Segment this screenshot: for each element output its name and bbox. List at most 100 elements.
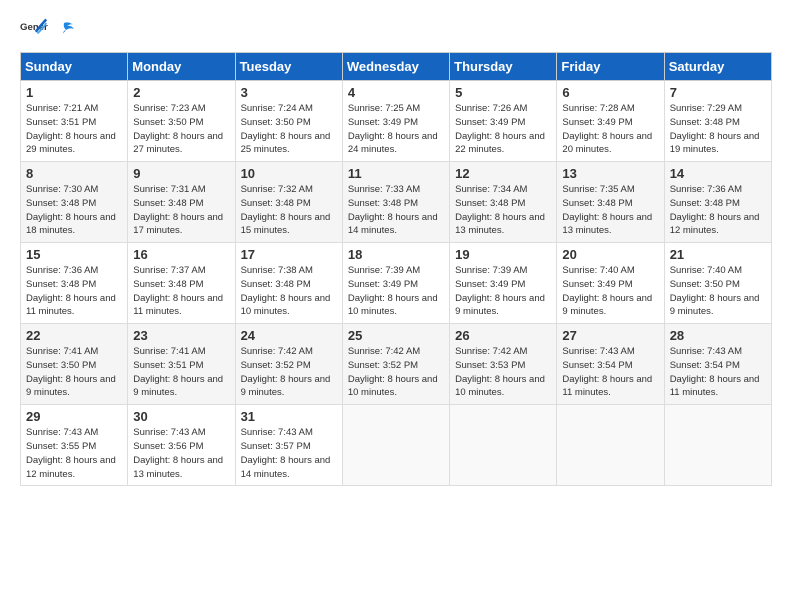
day-number: 3 <box>241 85 337 100</box>
day-number: 11 <box>348 166 444 181</box>
day-number: 26 <box>455 328 551 343</box>
cell-info: Sunrise: 7:41 AM Sunset: 3:50 PM Dayligh… <box>26 345 122 400</box>
calendar-cell: 14 Sunrise: 7:36 AM Sunset: 3:48 PM Dayli… <box>664 162 771 243</box>
calendar-cell: 23 Sunrise: 7:41 AM Sunset: 3:51 PM Dayli… <box>128 324 235 405</box>
calendar-cell: 17 Sunrise: 7:38 AM Sunset: 3:48 PM Dayli… <box>235 243 342 324</box>
logo-text <box>52 19 76 42</box>
cell-info: Sunrise: 7:36 AM Sunset: 3:48 PM Dayligh… <box>26 264 122 319</box>
calendar-cell: 1 Sunrise: 7:21 AM Sunset: 3:51 PM Daylig… <box>21 81 128 162</box>
day-number: 12 <box>455 166 551 181</box>
calendar-week-row: 22Sunrise: 7:41 AM Sunset: 3:50 PM Dayli… <box>21 324 772 405</box>
weekday-header-saturday: Saturday <box>664 53 771 81</box>
cell-info: Sunrise: 7:24 AM Sunset: 3:50 PM Dayligh… <box>241 102 337 157</box>
calendar-cell: 6 Sunrise: 7:28 AM Sunset: 3:49 PM Daylig… <box>557 81 664 162</box>
logo-bird-icon <box>53 19 75 41</box>
calendar-week-row: 29 Sunrise: 7:43 AM Sunset: 3:55 PM Dayli… <box>21 405 772 486</box>
calendar-cell: 13 Sunrise: 7:35 AM Sunset: 3:48 PM Dayli… <box>557 162 664 243</box>
logo-icon: General <box>20 16 48 44</box>
calendar-cell: 22Sunrise: 7:41 AM Sunset: 3:50 PM Dayli… <box>21 324 128 405</box>
day-number: 5 <box>455 85 551 100</box>
calendar-week-row: 15 Sunrise: 7:36 AM Sunset: 3:48 PM Dayli… <box>21 243 772 324</box>
day-number: 6 <box>562 85 658 100</box>
calendar-cell: 2 Sunrise: 7:23 AM Sunset: 3:50 PM Daylig… <box>128 81 235 162</box>
day-number: 2 <box>133 85 229 100</box>
cell-info: Sunrise: 7:43 AM Sunset: 3:56 PM Dayligh… <box>133 426 229 481</box>
calendar-cell: 10 Sunrise: 7:32 AM Sunset: 3:48 PM Dayli… <box>235 162 342 243</box>
cell-info: Sunrise: 7:34 AM Sunset: 3:48 PM Dayligh… <box>455 183 551 238</box>
calendar-cell: 31 Sunrise: 7:43 AM Sunset: 3:57 PM Dayli… <box>235 405 342 486</box>
cell-info: Sunrise: 7:37 AM Sunset: 3:48 PM Dayligh… <box>133 264 229 319</box>
calendar-cell <box>450 405 557 486</box>
cell-info: Sunrise: 7:21 AM Sunset: 3:51 PM Dayligh… <box>26 102 122 157</box>
cell-info: Sunrise: 7:30 AM Sunset: 3:48 PM Dayligh… <box>26 183 122 238</box>
cell-info: Sunrise: 7:43 AM Sunset: 3:57 PM Dayligh… <box>241 426 337 481</box>
cell-info: Sunrise: 7:28 AM Sunset: 3:49 PM Dayligh… <box>562 102 658 157</box>
cell-info: Sunrise: 7:23 AM Sunset: 3:50 PM Dayligh… <box>133 102 229 157</box>
day-number: 30 <box>133 409 229 424</box>
cell-info: Sunrise: 7:38 AM Sunset: 3:48 PM Dayligh… <box>241 264 337 319</box>
day-number: 10 <box>241 166 337 181</box>
calendar-cell <box>664 405 771 486</box>
weekday-header-thursday: Thursday <box>450 53 557 81</box>
cell-info: Sunrise: 7:43 AM Sunset: 3:54 PM Dayligh… <box>670 345 766 400</box>
cell-info: Sunrise: 7:29 AM Sunset: 3:48 PM Dayligh… <box>670 102 766 157</box>
day-number: 18 <box>348 247 444 262</box>
day-number: 24 <box>241 328 337 343</box>
day-number: 17 <box>241 247 337 262</box>
cell-info: Sunrise: 7:39 AM Sunset: 3:49 PM Dayligh… <box>455 264 551 319</box>
cell-info: Sunrise: 7:40 AM Sunset: 3:49 PM Dayligh… <box>562 264 658 319</box>
day-number: 15 <box>26 247 122 262</box>
day-number: 28 <box>670 328 766 343</box>
cell-info: Sunrise: 7:26 AM Sunset: 3:49 PM Dayligh… <box>455 102 551 157</box>
calendar-week-row: 1 Sunrise: 7:21 AM Sunset: 3:51 PM Daylig… <box>21 81 772 162</box>
calendar-cell: 18 Sunrise: 7:39 AM Sunset: 3:49 PM Dayli… <box>342 243 449 324</box>
weekday-header-tuesday: Tuesday <box>235 53 342 81</box>
cell-info: Sunrise: 7:40 AM Sunset: 3:50 PM Dayligh… <box>670 264 766 319</box>
header: General <box>20 16 772 44</box>
day-number: 29 <box>26 409 122 424</box>
day-number: 23 <box>133 328 229 343</box>
calendar-cell: 27 Sunrise: 7:43 AM Sunset: 3:54 PM Dayli… <box>557 324 664 405</box>
cell-info: Sunrise: 7:43 AM Sunset: 3:54 PM Dayligh… <box>562 345 658 400</box>
cell-info: Sunrise: 7:42 AM Sunset: 3:52 PM Dayligh… <box>348 345 444 400</box>
cell-info: Sunrise: 7:33 AM Sunset: 3:48 PM Dayligh… <box>348 183 444 238</box>
day-number: 27 <box>562 328 658 343</box>
day-number: 31 <box>241 409 337 424</box>
cell-info: Sunrise: 7:36 AM Sunset: 3:48 PM Dayligh… <box>670 183 766 238</box>
calendar-cell: 20Sunrise: 7:40 AM Sunset: 3:49 PM Dayli… <box>557 243 664 324</box>
calendar-cell: 4Sunrise: 7:25 AM Sunset: 3:49 PM Daylig… <box>342 81 449 162</box>
calendar-week-row: 8 Sunrise: 7:30 AM Sunset: 3:48 PM Daylig… <box>21 162 772 243</box>
weekday-header-row: SundayMondayTuesdayWednesdayThursdayFrid… <box>21 53 772 81</box>
page-container: General SundayMondayTuesdayWednesdayThur… <box>0 0 792 496</box>
day-number: 7 <box>670 85 766 100</box>
day-number: 13 <box>562 166 658 181</box>
calendar-cell: 7 Sunrise: 7:29 AM Sunset: 3:48 PM Daylig… <box>664 81 771 162</box>
calendar-cell: 21 Sunrise: 7:40 AM Sunset: 3:50 PM Dayli… <box>664 243 771 324</box>
day-number: 1 <box>26 85 122 100</box>
calendar-cell: 29 Sunrise: 7:43 AM Sunset: 3:55 PM Dayli… <box>21 405 128 486</box>
day-number: 21 <box>670 247 766 262</box>
cell-info: Sunrise: 7:31 AM Sunset: 3:48 PM Dayligh… <box>133 183 229 238</box>
calendar-table: SundayMondayTuesdayWednesdayThursdayFrid… <box>20 52 772 486</box>
day-number: 25 <box>348 328 444 343</box>
day-number: 16 <box>133 247 229 262</box>
cell-info: Sunrise: 7:41 AM Sunset: 3:51 PM Dayligh… <box>133 345 229 400</box>
weekday-header-sunday: Sunday <box>21 53 128 81</box>
calendar-cell: 28 Sunrise: 7:43 AM Sunset: 3:54 PM Dayli… <box>664 324 771 405</box>
day-number: 8 <box>26 166 122 181</box>
calendar-cell: 24 Sunrise: 7:42 AM Sunset: 3:52 PM Dayli… <box>235 324 342 405</box>
calendar-cell: 5 Sunrise: 7:26 AM Sunset: 3:49 PM Daylig… <box>450 81 557 162</box>
calendar-cell: 30 Sunrise: 7:43 AM Sunset: 3:56 PM Dayli… <box>128 405 235 486</box>
calendar-cell <box>557 405 664 486</box>
cell-info: Sunrise: 7:32 AM Sunset: 3:48 PM Dayligh… <box>241 183 337 238</box>
calendar-cell: 19 Sunrise: 7:39 AM Sunset: 3:49 PM Dayli… <box>450 243 557 324</box>
day-number: 19 <box>455 247 551 262</box>
cell-info: Sunrise: 7:42 AM Sunset: 3:52 PM Dayligh… <box>241 345 337 400</box>
cell-info: Sunrise: 7:43 AM Sunset: 3:55 PM Dayligh… <box>26 426 122 481</box>
day-number: 4 <box>348 85 444 100</box>
cell-info: Sunrise: 7:35 AM Sunset: 3:48 PM Dayligh… <box>562 183 658 238</box>
day-number: 14 <box>670 166 766 181</box>
calendar-cell: 3 Sunrise: 7:24 AM Sunset: 3:50 PM Daylig… <box>235 81 342 162</box>
cell-info: Sunrise: 7:39 AM Sunset: 3:49 PM Dayligh… <box>348 264 444 319</box>
logo: General <box>20 16 76 44</box>
